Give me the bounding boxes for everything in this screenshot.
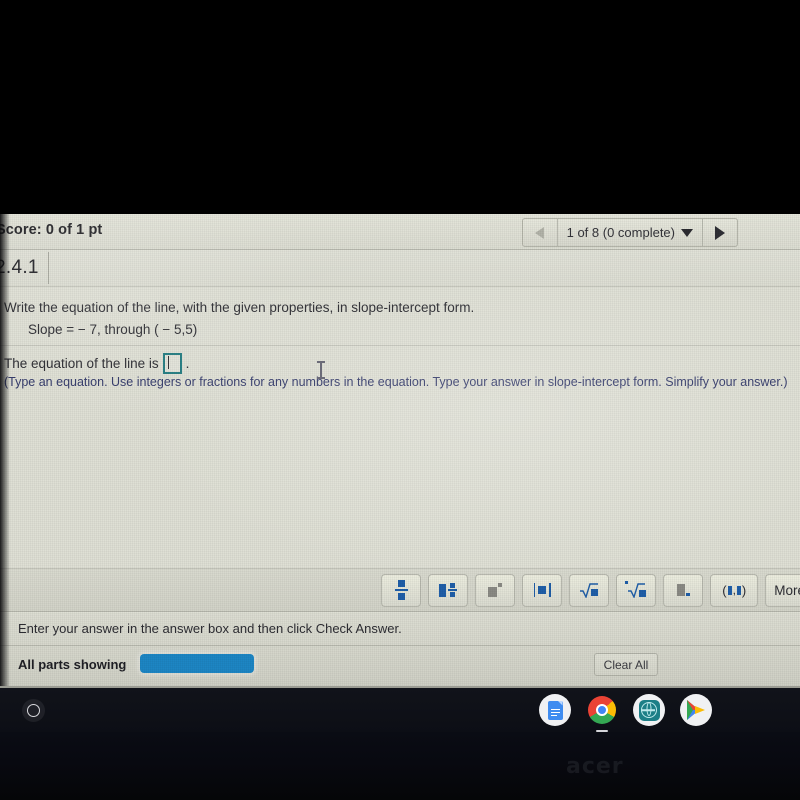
chrome-icon[interactable] [586,694,618,732]
previous-problem-button[interactable] [523,219,558,246]
math-palette-toolbar: (,) More [0,568,800,612]
more-palette-button[interactable]: More [765,573,800,607]
triangle-right-icon [715,225,725,240]
answer-format-hint: (Type an equation. Use integers or fract… [4,375,788,389]
next-problem-button[interactable] [702,219,737,246]
top-black-crop [0,0,800,214]
globe-glyph [638,699,660,721]
divider [48,252,49,284]
play-store-icon[interactable] [680,694,712,726]
shelf-app-list [539,694,712,732]
divider [0,345,800,346]
launcher-ring [27,704,40,717]
brand-logo: acer [566,754,624,779]
triangle-left-icon [535,226,545,239]
text-caret [167,356,169,369]
answer-line: The equation of the line is . [4,353,189,374]
square-root-icon [579,582,599,598]
answer-input[interactable] [162,353,182,374]
docs-glyph [547,700,563,720]
web-app-globe-icon[interactable] [633,694,665,726]
footer-action-bar: All parts showing Clear All [0,646,800,686]
chrome-glyph [588,696,616,724]
score-label: Score: 0 of 1 pt [0,222,103,238]
answer-label: The equation of the line is [4,356,159,371]
mixed-number-button[interactable] [428,573,469,607]
fraction-button[interactable] [381,573,422,607]
problem-id-row: 2.4.1 [0,250,800,287]
photo-of-laptop-screen: Score: 0 of 1 pt 1 of 8 (0 complete) 2.4… [0,0,800,800]
interval-button[interactable]: (,) [710,573,759,607]
score-bar: Score: 0 of 1 pt 1 of 8 (0 complete) [0,214,800,250]
absolute-value-button[interactable] [522,573,563,607]
subscript-button[interactable] [663,573,704,607]
problem-navigation: 1 of 8 (0 complete) [521,218,738,247]
problem-id: 2.4.1 [0,257,39,278]
problem-counter-label: 1 of 8 (0 complete) [566,225,675,240]
absolute-value-icon [533,583,551,597]
chevron-down-icon [681,228,693,237]
exponent-button[interactable] [475,573,516,607]
fraction-icon [394,580,408,600]
footer-instruction-text: Enter your answer in the answer box and … [18,621,402,636]
launcher-circle-icon[interactable] [22,699,45,722]
nth-root-icon [625,581,647,599]
square-root-button[interactable] [569,573,610,607]
footer-instruction-bar: Enter your answer in the answer box and … [0,613,800,646]
mouse-ibeam-cursor [317,361,325,379]
nth-root-button[interactable] [616,573,657,607]
subscript-icon [676,584,690,596]
interval-icon: (,) [722,582,747,598]
exponent-icon [488,583,503,597]
question-prompt: Write the equation of the line, with the… [4,300,475,315]
mixed-number-icon [439,582,458,598]
google-docs-icon[interactable] [539,694,571,726]
problem-counter-dropdown[interactable]: 1 of 8 (0 complete) [558,219,702,246]
chromeos-shelf [0,686,800,734]
answer-trailing-period: . [185,356,190,371]
application-screen: Score: 0 of 1 pt 1 of 8 (0 complete) 2.4… [0,214,800,686]
check-answer-button[interactable] [140,654,254,673]
laptop-bottom-bezel: acer [0,732,800,800]
question-given-values: Slope = − 7, through ( − 5,5) [28,322,198,337]
all-parts-showing-label: All parts showing [18,657,127,672]
clear-all-button[interactable]: Clear All [594,653,658,676]
